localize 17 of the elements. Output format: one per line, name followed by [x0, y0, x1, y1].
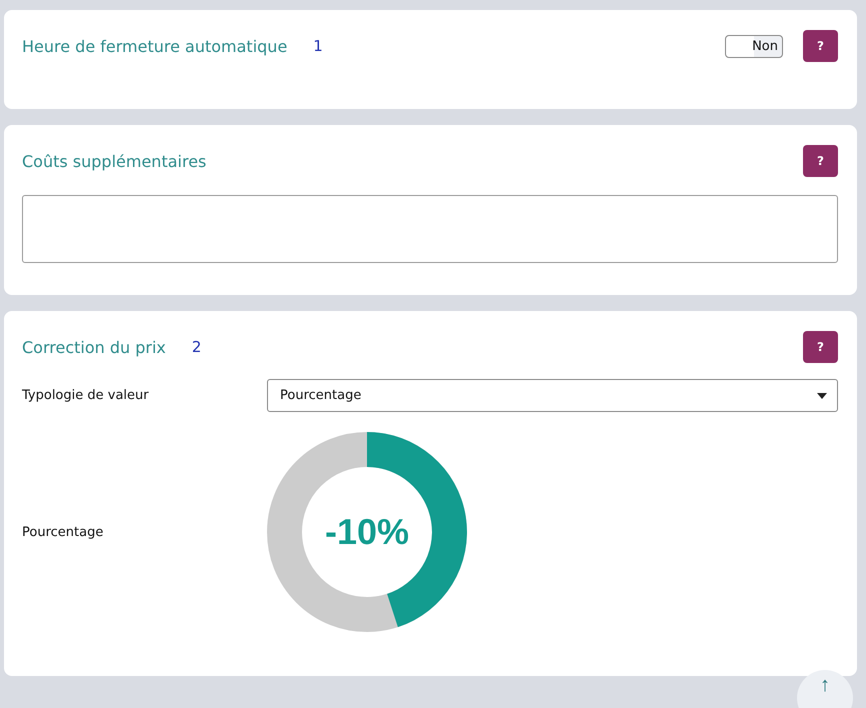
section-title: Coûts supplémentaires [22, 152, 206, 170]
dropdown-field[interactable]: Pourcentage [267, 379, 838, 412]
text-area[interactable] [22, 195, 838, 263]
help-button[interactable]: ? [803, 331, 838, 363]
section-number: 2 [192, 338, 202, 356]
toggle-switch[interactable]: Non [725, 34, 783, 58]
caret-icon [817, 392, 827, 398]
section-title: Correction du prix [22, 338, 166, 356]
help-button[interactable]: ? [803, 145, 838, 177]
dial-gauge[interactable] [267, 432, 467, 632]
scroll-top-button[interactable]: ↑ [797, 670, 853, 708]
section-title: Heure de fermeture automatique [22, 36, 288, 56]
field-label: Pourcentage [22, 524, 104, 540]
section-number: 1 [313, 37, 323, 55]
dial-reading: -10% [324, 511, 410, 553]
help-button[interactable]: ? [803, 30, 838, 62]
field-label: Typologie de valeur [22, 388, 150, 403]
